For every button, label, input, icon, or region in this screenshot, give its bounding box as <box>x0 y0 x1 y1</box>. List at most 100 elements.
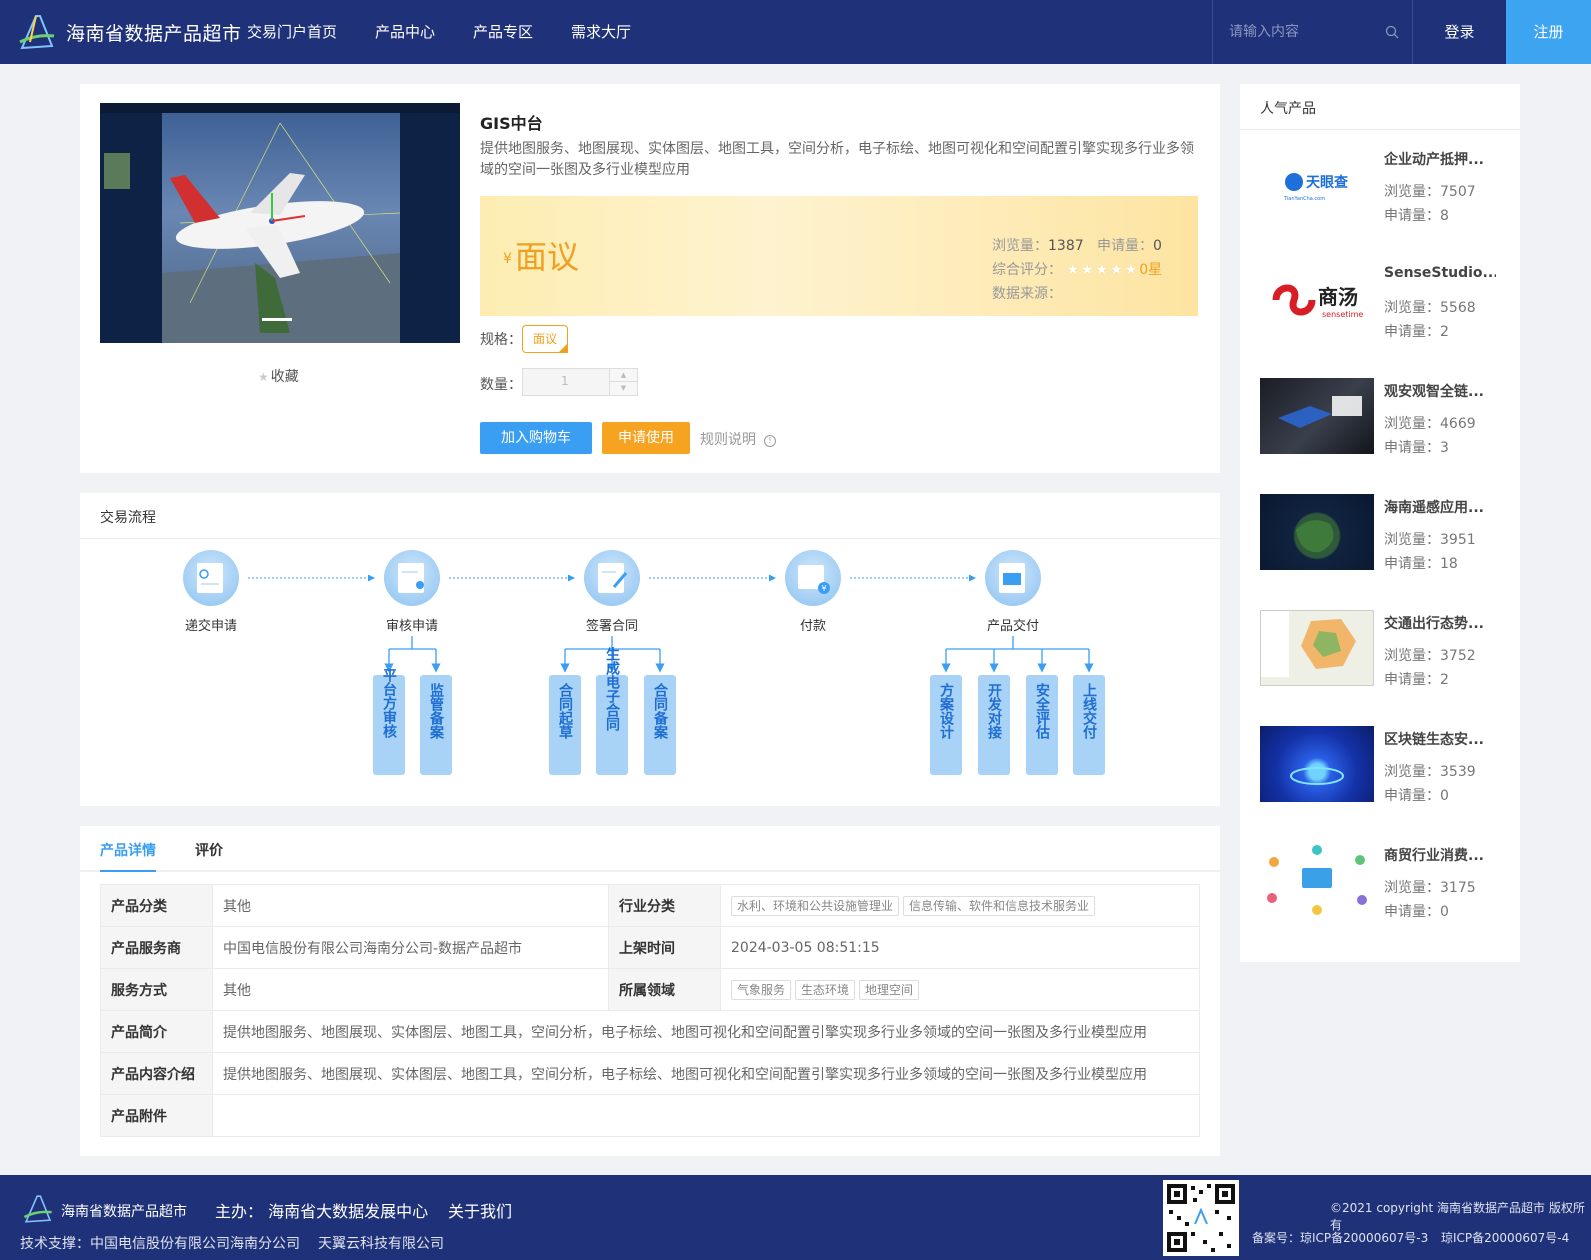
popular-item[interactable]: 天眼查 TianYanCha.com 企业动产抵押... 浏览量：7507 申请量… <box>1260 146 1500 246</box>
popular-item-applies: 申请量：0 <box>1384 904 1449 920</box>
popular-item[interactable]: 海南遥感应用... 浏览量：3951 申请量：18 <box>1260 494 1500 594</box>
login-button[interactable]: 登录 <box>1412 0 1506 64</box>
service-value: 其他 <box>212 968 609 1011</box>
popular-item-name: 海南遥感应用... <box>1384 500 1484 516</box>
spec-option-label: 面议 <box>532 332 557 346</box>
applies-label: 申请量： <box>1097 238 1153 254</box>
attachment-value <box>212 1094 1200 1137</box>
intro-label: 产品简介 <box>100 1010 213 1053</box>
step-label-2: 审核申请 <box>386 619 438 634</box>
product-image[interactable] <box>100 103 460 343</box>
substep-platform-review: 平台方审核 <box>381 668 397 739</box>
nav-products[interactable]: 产品中心 <box>375 0 435 64</box>
content-label: 产品内容介绍 <box>100 1052 213 1095</box>
quantity-row: 数量： 1 ▲ ▼ <box>480 368 638 396</box>
product-card: ★ 收藏 GIS中台 提供地图服务、地图展现、实体图层、地图工具，空间分析，电子标… <box>80 84 1220 473</box>
popular-item-applies: 申请量：8 <box>1384 208 1449 224</box>
popular-item[interactable]: 商贸行业消费... 浏览量：3175 申请量：0 <box>1260 842 1500 942</box>
substep-dev-integration: 开发对接 <box>986 683 1003 740</box>
substep-labels: 平台方审核 监管备案 合同起草 生成电子合同 合同备案 方案设计 开发对接 安全… <box>381 646 1097 740</box>
transaction-flow-card: 交易流程 递交申请 审核申请 签署合同 ¥ 付款 产品交付 平台方审核 监管备案… <box>80 493 1220 806</box>
icp-record-2[interactable]: 琼ICP备20000607号-4 <box>1441 1229 1569 1246</box>
popular-thumb <box>1260 378 1374 454</box>
search-input[interactable] <box>1229 21 1369 43</box>
popular-thumb <box>1260 610 1374 686</box>
popular-thumb: 商汤 sensetime <box>1260 262 1374 338</box>
popular-item-views: 浏览量：3175 <box>1384 880 1476 896</box>
provider-value: 中国电信股份有限公司海南分公司-数据产品超市 <box>212 926 609 969</box>
popular-thumb: 天眼查 TianYanCha.com <box>1260 146 1374 222</box>
step-label-4: 付款 <box>800 619 826 634</box>
currency-symbol: ¥ <box>503 251 512 267</box>
popular-item-views: 浏览量：5568 <box>1384 300 1476 316</box>
nav-home[interactable]: 交易门户首页 <box>247 0 337 64</box>
sensetime-logo-sub: sensetime <box>1322 310 1363 319</box>
flow-header: 交易流程 <box>80 493 1220 539</box>
step-label-1: 递交申请 <box>185 618 237 634</box>
register-button[interactable]: 注册 <box>1506 0 1591 64</box>
active-tab-underline <box>100 870 156 872</box>
quantity-stepper[interactable]: 1 ▲ ▼ <box>522 368 638 396</box>
rating-stars-icon[interactable]: ★★★★★ <box>1066 262 1139 278</box>
popular-item[interactable]: 商汤 sensetime SenseStudio... 浏览量：5568 申请量：… <box>1260 262 1500 362</box>
nav-zone[interactable]: 产品专区 <box>473 0 533 64</box>
icp-record-1[interactable]: 备案号：琼ICP备20000607号-3 <box>1252 1229 1428 1246</box>
industry-tag: 信息传输、软件和信息技术服务业 <box>903 895 1096 916</box>
site-logo-icon[interactable] <box>18 12 56 52</box>
popular-item[interactable]: 交通出行态势... 浏览量：3752 申请量：2 <box>1260 610 1500 710</box>
step-payment: ¥ 付款 <box>785 550 841 634</box>
domain-label: 所属领域 <box>608 968 721 1011</box>
spec-option[interactable]: 面议 <box>522 325 568 353</box>
substep-security-review: 安全评估 <box>1034 682 1051 740</box>
category-value: 其他 <box>212 884 609 927</box>
add-to-cart-button[interactable]: 加入购物车 <box>480 422 592 454</box>
apply-use-button[interactable]: 申请使用 <box>602 422 690 454</box>
step-delivery: 产品交付 <box>985 550 1041 634</box>
flow-title: 交易流程 <box>100 510 156 526</box>
domain-tag: 气象服务 <box>731 979 792 1000</box>
product-title: GIS中台 <box>480 114 543 133</box>
popular-item-name: SenseStudio... <box>1384 265 1496 281</box>
tab-reviews[interactable]: 评价 <box>195 840 223 860</box>
table-row: 服务方式 其他 所属领域 气象服务 生态环境 地理空间 <box>100 968 1200 1011</box>
top-header: 海南省数据产品超市 交易门户首页 产品中心 产品专区 需求大厅 登录 注册 <box>0 0 1591 64</box>
about-us-link[interactable]: 关于我们 <box>448 1198 512 1222</box>
popular-item-name: 区块链生态安... <box>1384 732 1484 748</box>
site-title[interactable]: 海南省数据产品超市 <box>66 19 242 46</box>
substep-contract-draft: 合同起草 <box>557 682 574 740</box>
applies-value: 0 <box>1153 238 1162 254</box>
footer-tech-support-2: 天翼云科技有限公司 <box>318 1236 444 1252</box>
popular-item[interactable]: 观安观智全链... 浏览量：4669 申请量：3 <box>1260 378 1500 478</box>
popular-item-views: 浏览量：3752 <box>1384 648 1476 664</box>
favorite-button[interactable]: ★ 收藏 <box>258 366 299 386</box>
stepper-arrows: ▲ ▼ <box>609 369 637 395</box>
popular-item-name: 观安观智全链... <box>1384 384 1484 400</box>
tianyancha-logo-text: 天眼查 <box>1306 174 1349 191</box>
search-box <box>1212 0 1412 64</box>
rules-link[interactable]: 规则说明! <box>700 429 776 449</box>
popular-item-name: 商贸行业消费... <box>1384 848 1484 864</box>
domain-tag: 地理空间 <box>859 979 920 1000</box>
popular-header: 人气产品 <box>1240 84 1520 130</box>
rules-label: 规则说明 <box>700 432 756 448</box>
views-value: 1387 <box>1048 238 1084 254</box>
provider-label: 产品服务商 <box>100 926 213 969</box>
info-icon: ! <box>764 435 776 447</box>
views-label: 浏览量： <box>992 238 1048 254</box>
popular-thumb <box>1260 726 1374 802</box>
nav-demand[interactable]: 需求大厅 <box>571 0 631 64</box>
search-icon[interactable] <box>1385 25 1399 39</box>
industry-label: 行业分类 <box>608 884 721 927</box>
decrement-icon[interactable]: ▼ <box>610 382 637 395</box>
svg-text:¥: ¥ <box>821 584 826 593</box>
step-label-3: 签署合同 <box>586 618 638 634</box>
increment-icon[interactable]: ▲ <box>610 369 637 382</box>
quantity-value: 1 <box>561 374 569 388</box>
quantity-label: 数量： <box>480 377 522 393</box>
table-row: 产品附件 <box>100 1094 1200 1137</box>
step-contract: 签署合同 <box>584 550 640 634</box>
popular-item-applies: 申请量：2 <box>1384 672 1449 688</box>
tab-product-details[interactable]: 产品详情 <box>100 840 156 860</box>
product-stats: 浏览量：1387 申请量：0 综合评分： ★★★★★0星 数据来源： <box>992 234 1162 306</box>
popular-item[interactable]: 区块链生态安... 浏览量：3539 申请量：0 <box>1260 726 1500 826</box>
